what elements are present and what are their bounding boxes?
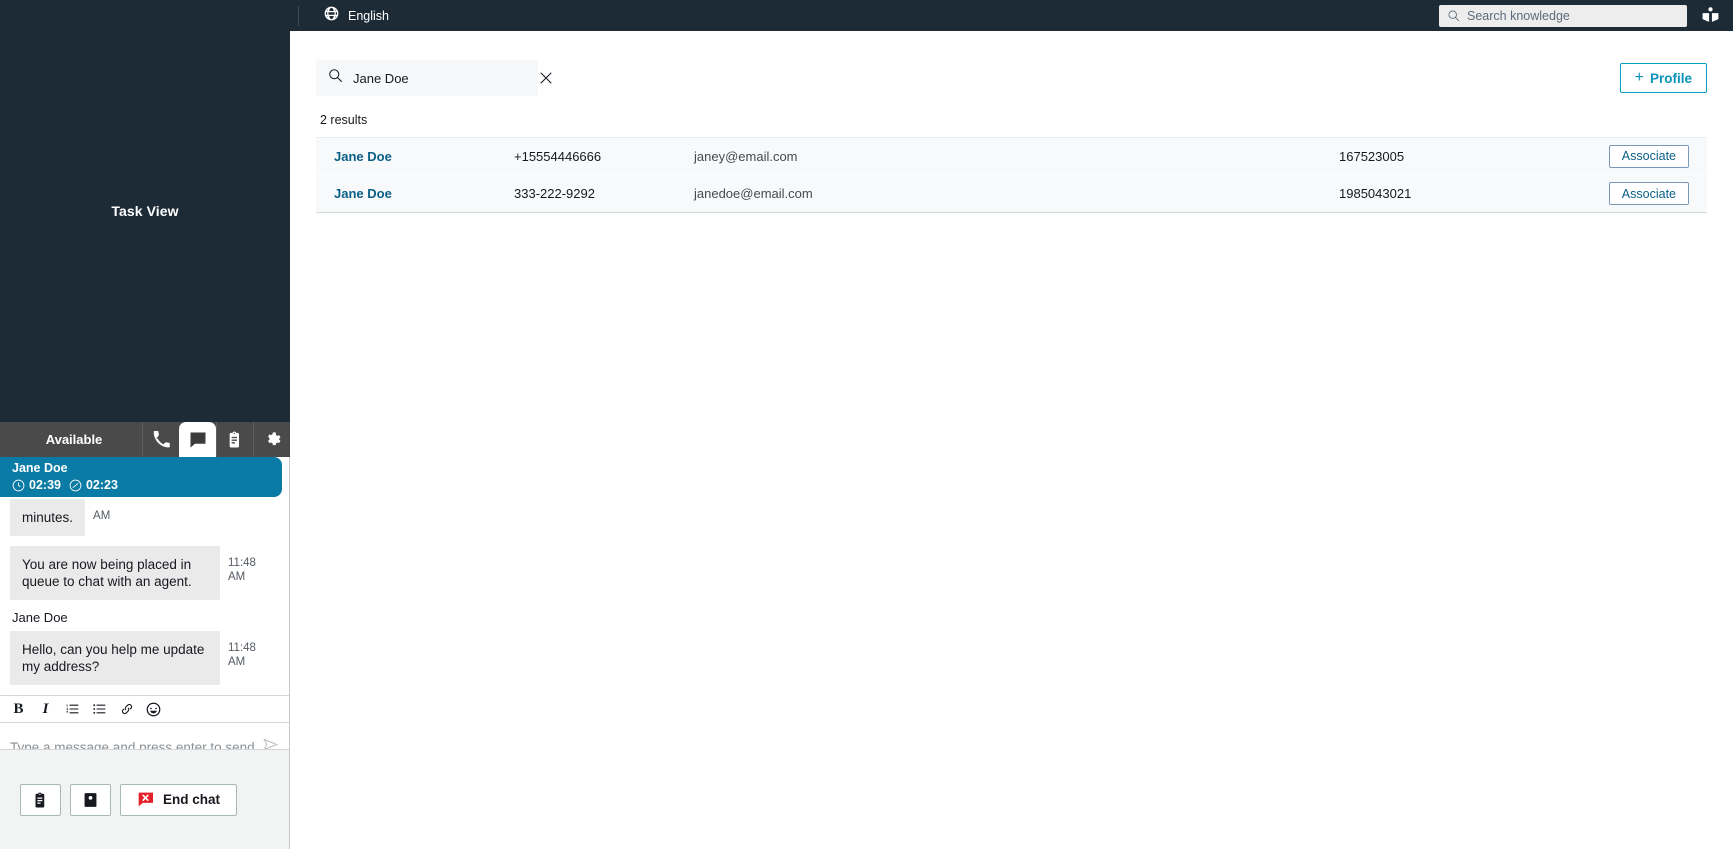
contact-duration-timer: 02:39 <box>12 478 61 492</box>
message-sender: Jane Doe <box>12 610 280 625</box>
search-icon <box>328 68 343 88</box>
clipboard-icon[interactable] <box>216 422 253 457</box>
row-id: 1985043021 <box>1339 186 1569 201</box>
row-phone: 333-222-9292 <box>514 186 694 201</box>
customer-profiles-panel: + Profile 2 results Jane Doe +1555444666… <box>290 31 1733 849</box>
chat-message: minutes. AM <box>10 499 280 536</box>
task-view-area: Task View <box>0 0 290 422</box>
end-chat-red-icon <box>137 792 154 807</box>
knowledge-book-icon[interactable] <box>1695 0 1725 31</box>
clipboard-notes-icon[interactable] <box>20 784 61 816</box>
language-label: English <box>348 9 389 23</box>
results-table: Jane Doe +15554446666 janey@email.com 16… <box>316 137 1707 213</box>
message-bubble: minutes. <box>10 499 85 536</box>
row-phone: +15554446666 <box>514 149 694 164</box>
search-icon <box>1447 9 1460 22</box>
profiles-toolbar: + Profile <box>290 31 1733 105</box>
task-view-label: Task View <box>111 203 178 219</box>
phone-icon[interactable] <box>142 422 179 457</box>
numbered-list-icon[interactable] <box>64 699 81 719</box>
message-time: 11:48 AM <box>228 641 270 669</box>
chat-message: You are now being placed in queue to cha… <box>10 546 280 600</box>
row-email: janedoe@email.com <box>694 186 1339 201</box>
message-time: AM <box>93 509 135 523</box>
associate-button[interactable]: Associate <box>1609 182 1689 205</box>
app-root: Task View Available minutes. AM <box>0 0 1733 849</box>
plus-icon: + <box>1635 70 1644 86</box>
close-icon[interactable] <box>539 71 553 85</box>
connection-timer-icon <box>69 479 82 492</box>
row-action: Associate <box>1569 182 1689 205</box>
chat-action-bar: End chat <box>0 749 289 849</box>
profile-search-box[interactable] <box>316 60 538 96</box>
chat-icon[interactable] <box>179 422 216 457</box>
message-bubble: You are now being placed in queue to cha… <box>10 546 220 600</box>
formatting-toolbar: B I <box>0 695 289 723</box>
knowledge-search-input[interactable] <box>1467 9 1679 23</box>
results-count: 2 results <box>316 105 1707 137</box>
associate-button[interactable]: Associate <box>1609 145 1689 168</box>
agent-status-label[interactable]: Available <box>0 432 142 447</box>
row-name[interactable]: Jane Doe <box>334 186 514 201</box>
row-email: janey@email.com <box>694 149 1339 164</box>
link-icon[interactable] <box>118 699 135 719</box>
contact-card[interactable]: Jane Doe 02:39 02:23 <box>0 457 282 497</box>
gear-icon[interactable] <box>253 422 290 457</box>
status-icon-group <box>142 422 290 457</box>
contact-connection-timer: 02:23 <box>69 478 118 492</box>
profile-search-input[interactable] <box>353 71 529 86</box>
chat-message: Hello, can you help me update my address… <box>10 631 280 685</box>
end-chat-label: End chat <box>163 792 220 807</box>
contact-card-icon[interactable] <box>70 784 111 816</box>
language-selector[interactable]: English <box>298 6 389 26</box>
contact-connection-value: 02:23 <box>86 478 118 492</box>
add-profile-label: Profile <box>1650 71 1692 86</box>
emoji-icon[interactable] <box>145 699 162 719</box>
knowledge-search-box[interactable] <box>1439 5 1687 27</box>
row-id: 167523005 <box>1339 149 1569 164</box>
add-profile-button[interactable]: + Profile <box>1620 63 1707 93</box>
contact-timers: 02:39 02:23 <box>12 478 282 492</box>
contact-name: Jane Doe <box>12 461 282 476</box>
end-chat-button[interactable]: End chat <box>120 784 237 816</box>
agent-status-bar: Available <box>0 422 290 457</box>
contact-duration-value: 02:39 <box>29 478 61 492</box>
chat-panel: minutes. AM You are now being placed in … <box>0 457 290 849</box>
globe-icon <box>324 6 339 26</box>
table-row[interactable]: Jane Doe +15554446666 janey@email.com 16… <box>316 138 1707 175</box>
table-row[interactable]: Jane Doe 333-222-9292 janedoe@email.com … <box>316 175 1707 212</box>
bold-icon[interactable]: B <box>10 699 27 719</box>
italic-icon[interactable]: I <box>37 699 54 719</box>
row-action: Associate <box>1569 145 1689 168</box>
bulleted-list-icon[interactable] <box>91 699 108 719</box>
clock-icon <box>12 479 25 492</box>
message-bubble: Hello, can you help me update my address… <box>10 631 220 685</box>
message-time: 11:48 AM <box>228 556 270 584</box>
top-header-bar: English <box>290 0 1733 31</box>
results-wrap: 2 results Jane Doe +15554446666 janey@em… <box>290 105 1733 213</box>
row-name[interactable]: Jane Doe <box>334 149 514 164</box>
